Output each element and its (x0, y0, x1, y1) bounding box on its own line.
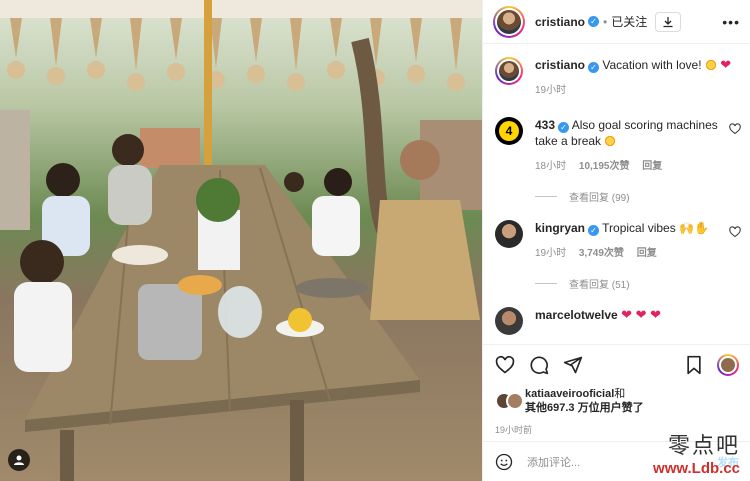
like-icon[interactable] (495, 355, 515, 375)
comment-time[interactable]: 18小时 (535, 161, 566, 172)
more-options-icon[interactable]: ••• (722, 14, 740, 30)
comment-input[interactable]: 添加评论... (527, 454, 580, 470)
divider-line (535, 196, 557, 197)
sun-emoji-icon (604, 135, 617, 147)
download-icon[interactable] (655, 11, 682, 32)
divider-line (535, 283, 557, 284)
author-username[interactable]: cristiano (535, 15, 585, 29)
likes-count[interactable]: 其他697.3 万位用户赞了 (525, 402, 644, 414)
heart-emoji-icon: ❤ ❤ ❤ (621, 307, 661, 322)
comment-row: marcelotwelve ❤ ❤ ❤ (483, 291, 750, 335)
author-story-avatar[interactable] (717, 354, 739, 376)
comment-username[interactable]: marcelotwelve (535, 308, 618, 322)
comment-text: Tropical vibes (602, 221, 676, 235)
following-button[interactable]: 已关注 (611, 13, 647, 30)
comment-likes[interactable]: 10,195次赞 (579, 161, 630, 172)
tagged-users-icon[interactable] (8, 449, 30, 471)
caption-text: Vacation with love! (602, 58, 702, 72)
comment-icon[interactable] (529, 355, 549, 375)
liker-avatars[interactable] (495, 392, 525, 410)
like-comment-icon[interactable] (729, 123, 741, 135)
verified-icon: ✓ (588, 225, 600, 236)
comment-username[interactable]: kingryan (535, 221, 585, 235)
share-icon[interactable] (563, 355, 583, 375)
comments-list: cristiano ✓ Vacation with love! ❤ 19小时 4 … (483, 45, 750, 335)
reply-button[interactable]: 回复 (642, 161, 662, 172)
post-photo[interactable] (0, 0, 482, 481)
likes-and: 和 (614, 388, 626, 400)
watermark-title: 零点吧 (667, 434, 740, 459)
comment-avatar-kingryan[interactable] (495, 220, 523, 248)
caption-time[interactable]: 19小时 (535, 85, 566, 96)
caption-username[interactable]: cristiano (535, 58, 585, 72)
verified-icon: ✓ (588, 62, 600, 73)
verified-icon: ✓ (558, 122, 570, 133)
comment-username[interactable]: 433 (535, 118, 555, 132)
post-header: cristiano ✓ • 已关注 ••• (483, 0, 750, 44)
emoji-icon[interactable] (495, 453, 513, 471)
view-replies-label: 查看回复 (99) (569, 193, 630, 204)
reply-button[interactable]: 回复 (637, 248, 657, 259)
comment-avatar-433[interactable]: 4 (495, 117, 523, 145)
comment-avatar-marcelotwelve[interactable] (495, 307, 523, 335)
view-replies-button[interactable]: 查看回复 (51) (535, 276, 750, 291)
verified-icon: ✓ (588, 16, 600, 27)
post-actions: katiaaveirooficial和 其他697.3 万位用户赞了 19小时前 (483, 344, 750, 436)
save-icon[interactable] (685, 355, 703, 375)
raised-hands-emoji-icon: 🙌✋ (679, 221, 709, 235)
comment-time[interactable]: 19小时 (535, 248, 566, 259)
liker-username[interactable]: katiaaveirooficial (525, 388, 614, 400)
watermark: 零点吧 www.Ldb.cc (653, 428, 740, 477)
likes-summary: katiaaveirooficial和 其他697.3 万位用户赞了 (495, 387, 739, 415)
view-replies-label: 查看回复 (51) (569, 280, 630, 291)
sun-emoji-icon (704, 59, 717, 71)
like-comment-icon[interactable] (729, 226, 741, 238)
separator-dot: • (603, 14, 608, 29)
view-replies-button[interactable]: 查看回复 (99) (535, 189, 750, 204)
comment-row: kingryan ✓ Tropical vibes 🙌✋ 19小时 3,749次赞… (483, 204, 750, 262)
caption-avatar[interactable] (495, 57, 523, 85)
photo-scene (0, 37, 482, 481)
author-avatar[interactable] (493, 5, 525, 38)
post-sidebar: cristiano ✓ • 已关注 ••• cristiano ✓ Vacatio… (482, 0, 750, 481)
comment-row: 4 433 ✓ Also goal scoring machines take a… (483, 99, 750, 175)
caption: cristiano ✓ Vacation with love! ❤ 19小时 (483, 45, 750, 99)
watermark-url: www.Ldb.cc (653, 460, 740, 477)
comment-likes[interactable]: 3,749次赞 (579, 248, 624, 259)
heart-emoji-icon: ❤ (720, 57, 732, 72)
